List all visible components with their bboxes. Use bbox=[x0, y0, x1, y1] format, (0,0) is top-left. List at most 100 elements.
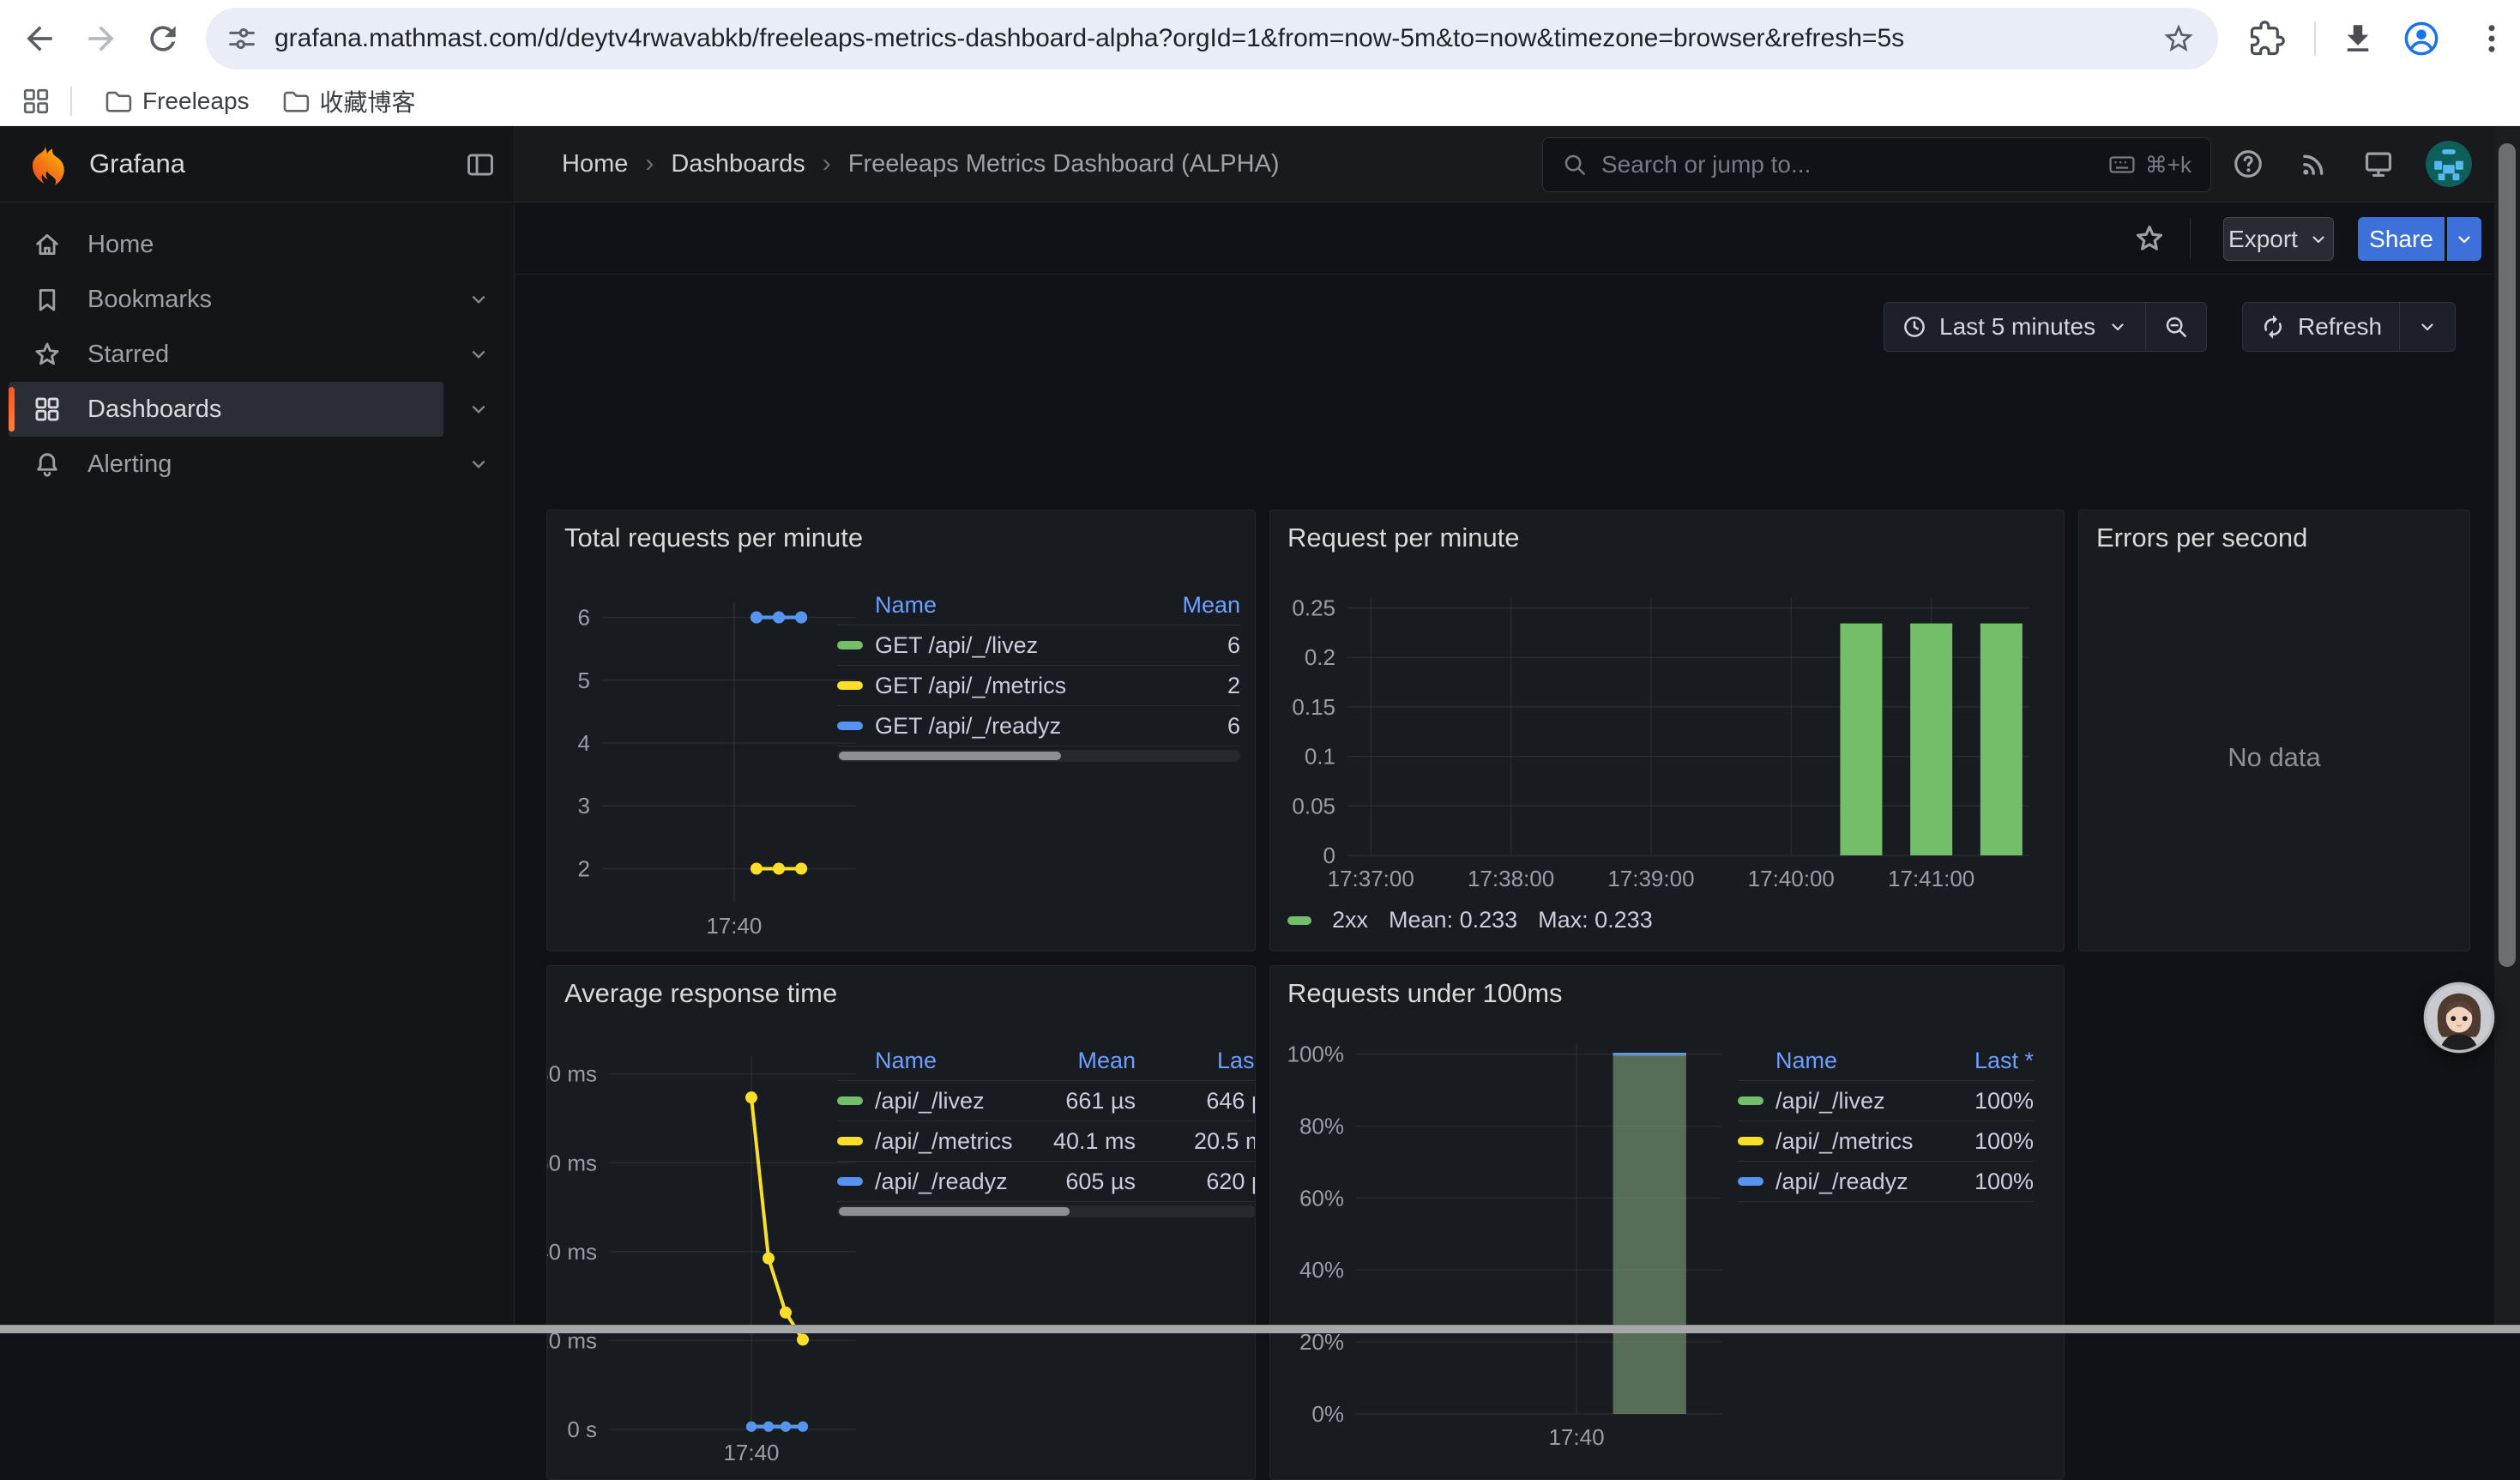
chevron-down-icon bbox=[2107, 317, 2128, 337]
sidebar-item-home[interactable]: Home bbox=[0, 217, 514, 272]
panel-title[interactable]: Total requests per minute bbox=[564, 523, 863, 553]
legend-row[interactable]: GET /api/_/readyz6 bbox=[837, 706, 1240, 746]
svg-text:17:40:00: 17:40:00 bbox=[1748, 866, 1835, 891]
news-rss-icon[interactable] bbox=[2298, 148, 2330, 180]
brand-name[interactable]: Grafana bbox=[89, 148, 185, 179]
series-name[interactable]: GET /api/_/readyz bbox=[875, 713, 1061, 740]
dashboards-icon bbox=[33, 395, 62, 424]
series-mean: Mean: 0.233 bbox=[1389, 907, 1517, 933]
sidebar-item-label: Home bbox=[87, 231, 154, 259]
share-button[interactable]: Share bbox=[2358, 217, 2445, 261]
url-bar[interactable]: grafana.mathmast.com/d/deytv4rwavabkb/fr… bbox=[206, 8, 2218, 69]
sidebar: Grafana Home bbox=[0, 126, 515, 1333]
refresh-icon bbox=[2260, 314, 2286, 340]
downloads-icon[interactable] bbox=[2340, 21, 2376, 57]
scrollbar-thumb[interactable] bbox=[839, 1207, 1070, 1216]
legend-row[interactable]: /api/_/readyz100% bbox=[1738, 1162, 2034, 1202]
bookmark-folder-blogs[interactable]: 收藏博客 bbox=[280, 84, 416, 118]
timeseries-chart[interactable]: 2345617:40 bbox=[547, 592, 863, 945]
refresh-interval-dropdown[interactable] bbox=[2399, 303, 2455, 351]
vertical-scrollbar[interactable] bbox=[2494, 126, 2520, 1325]
panel-title[interactable]: Request per minute bbox=[1287, 523, 1520, 553]
sidebar-collapse-icon[interactable] bbox=[464, 148, 497, 181]
reload-icon[interactable] bbox=[144, 20, 182, 57]
chevron-down-icon[interactable] bbox=[467, 453, 490, 475]
panel-title[interactable]: Errors per second bbox=[2096, 523, 2307, 553]
dashboard-actions-row: Export Share bbox=[515, 202, 2520, 275]
svg-text:0.05: 0.05 bbox=[1292, 793, 1335, 819]
share-dropdown-button[interactable] bbox=[2447, 217, 2481, 261]
legend-row[interactable]: /api/_/metrics40.1 ms20.5 ms bbox=[837, 1121, 1256, 1162]
apps-grid-icon[interactable] bbox=[21, 86, 51, 117]
series-name[interactable]: /api/_/metrics bbox=[1775, 1128, 1914, 1155]
user-avatar[interactable] bbox=[2426, 141, 2472, 187]
timeseries-chart[interactable]: 0 s20 ms40 ms60 ms80 ms17:40 bbox=[547, 1048, 863, 1477]
search-input[interactable]: Search or jump to... ⌘+k bbox=[1542, 137, 2211, 192]
series-name[interactable]: /api/_/readyz bbox=[875, 1169, 1008, 1195]
chevron-down-icon[interactable] bbox=[467, 398, 490, 420]
sidebar-item-alerting[interactable]: Alerting bbox=[0, 437, 514, 492]
star-icon bbox=[33, 340, 62, 369]
scrollbar-thumb[interactable] bbox=[2499, 143, 2516, 967]
grafana-logo-icon[interactable] bbox=[22, 142, 67, 186]
panel-title[interactable]: Average response time bbox=[564, 978, 837, 1009]
legend-row[interactable]: /api/_/metrics100% bbox=[1738, 1121, 2034, 1162]
legend-row[interactable]: /api/_/readyz605 µs620 µs bbox=[837, 1162, 1256, 1202]
help-icon[interactable] bbox=[2232, 148, 2264, 180]
forward-icon[interactable] bbox=[82, 20, 120, 57]
series-name[interactable]: GET /api/_/livez bbox=[875, 632, 1038, 659]
series-swatch bbox=[1738, 1137, 1763, 1145]
panel-title[interactable]: Requests under 100ms bbox=[1287, 978, 1563, 1009]
extensions-icon[interactable] bbox=[2249, 21, 2285, 57]
svg-text:3: 3 bbox=[578, 793, 590, 819]
bar-chart[interactable]: 0%20%40%60%80%100%17:40 bbox=[1284, 1030, 1730, 1455]
series-name[interactable]: /api/_/livez bbox=[875, 1088, 985, 1115]
series-name[interactable]: /api/_/metrics bbox=[875, 1128, 1013, 1155]
refresh-button[interactable]: Refresh bbox=[2243, 303, 2399, 351]
assistant-avatar[interactable] bbox=[2422, 981, 2496, 1054]
monitor-icon[interactable] bbox=[2362, 148, 2395, 180]
legend-header[interactable]: NameMeanLast * bbox=[837, 1042, 1256, 1081]
profile-icon[interactable] bbox=[2402, 19, 2441, 58]
sidebar-item-dashboards[interactable]: Dashboards bbox=[0, 382, 514, 437]
bookmark-folder-freeleaps[interactable]: Freeleaps bbox=[103, 87, 250, 116]
breadcrumb-dashboards[interactable]: Dashboards bbox=[671, 150, 805, 178]
sidebar-item-starred[interactable]: Starred bbox=[0, 327, 514, 382]
chevron-down-icon[interactable] bbox=[467, 288, 490, 311]
browser-menu-icon[interactable] bbox=[2474, 21, 2510, 57]
legend-header[interactable]: NameMean bbox=[837, 586, 1240, 625]
legend-table[interactable]: NameMeanLast */api/_/livez661 µs646 µs/a… bbox=[837, 1042, 1256, 1202]
time-range-picker[interactable]: Last 5 minutes bbox=[1884, 303, 2145, 351]
bookmark-star-icon[interactable] bbox=[2161, 21, 2196, 56]
legend-table[interactable]: NameMeanGET /api/_/livez6GET /api/_/metr… bbox=[837, 586, 1240, 746]
scrollbar-thumb[interactable] bbox=[839, 752, 1061, 760]
back-icon[interactable] bbox=[21, 20, 58, 57]
search-shortcut: ⌘+k bbox=[2145, 152, 2191, 178]
horizontal-scrollbar[interactable] bbox=[0, 1325, 2520, 1333]
series-name[interactable]: GET /api/_/metrics bbox=[875, 673, 1066, 699]
folder-icon bbox=[103, 87, 132, 116]
chart-legend[interactable]: 2xx Mean: 0.233 Max: 0.233 bbox=[1287, 907, 1653, 933]
legend-scrollbar[interactable] bbox=[837, 750, 1240, 762]
legend-value: 620 µs bbox=[1136, 1169, 1256, 1195]
site-settings-icon[interactable] bbox=[225, 21, 259, 56]
chevron-down-icon[interactable] bbox=[467, 343, 490, 365]
bar-chart[interactable]: 00.050.10.150.20.2517:37:0017:38:0017:39… bbox=[1284, 588, 2043, 897]
series-name[interactable]: 2xx bbox=[1332, 907, 1368, 933]
legend-row[interactable]: /api/_/livez100% bbox=[1738, 1081, 2034, 1121]
series-name[interactable]: /api/_/readyz bbox=[1775, 1169, 1908, 1195]
export-button[interactable]: Export bbox=[2223, 217, 2334, 261]
legend-table[interactable]: NameLast */api/_/livez100%/api/_/metrics… bbox=[1738, 1042, 2034, 1202]
legend-header[interactable]: NameLast * bbox=[1738, 1042, 2034, 1081]
zoom-out-button[interactable] bbox=[2145, 303, 2206, 351]
legend-scrollbar[interactable] bbox=[837, 1205, 1256, 1217]
legend-row[interactable]: GET /api/_/metrics2 bbox=[837, 666, 1240, 706]
sidebar-item-bookmarks[interactable]: Bookmarks bbox=[0, 272, 514, 327]
favorite-star-icon[interactable] bbox=[2133, 222, 2166, 255]
series-name[interactable]: /api/_/livez bbox=[1775, 1088, 1885, 1115]
breadcrumb-home[interactable]: Home bbox=[562, 150, 628, 178]
legend-row[interactable]: /api/_/livez661 µs646 µs bbox=[837, 1081, 1256, 1121]
series-swatch bbox=[837, 641, 863, 649]
legend-row[interactable]: GET /api/_/livez6 bbox=[837, 625, 1240, 666]
url-text[interactable]: grafana.mathmast.com/d/deytv4rwavabkb/fr… bbox=[274, 24, 2161, 53]
